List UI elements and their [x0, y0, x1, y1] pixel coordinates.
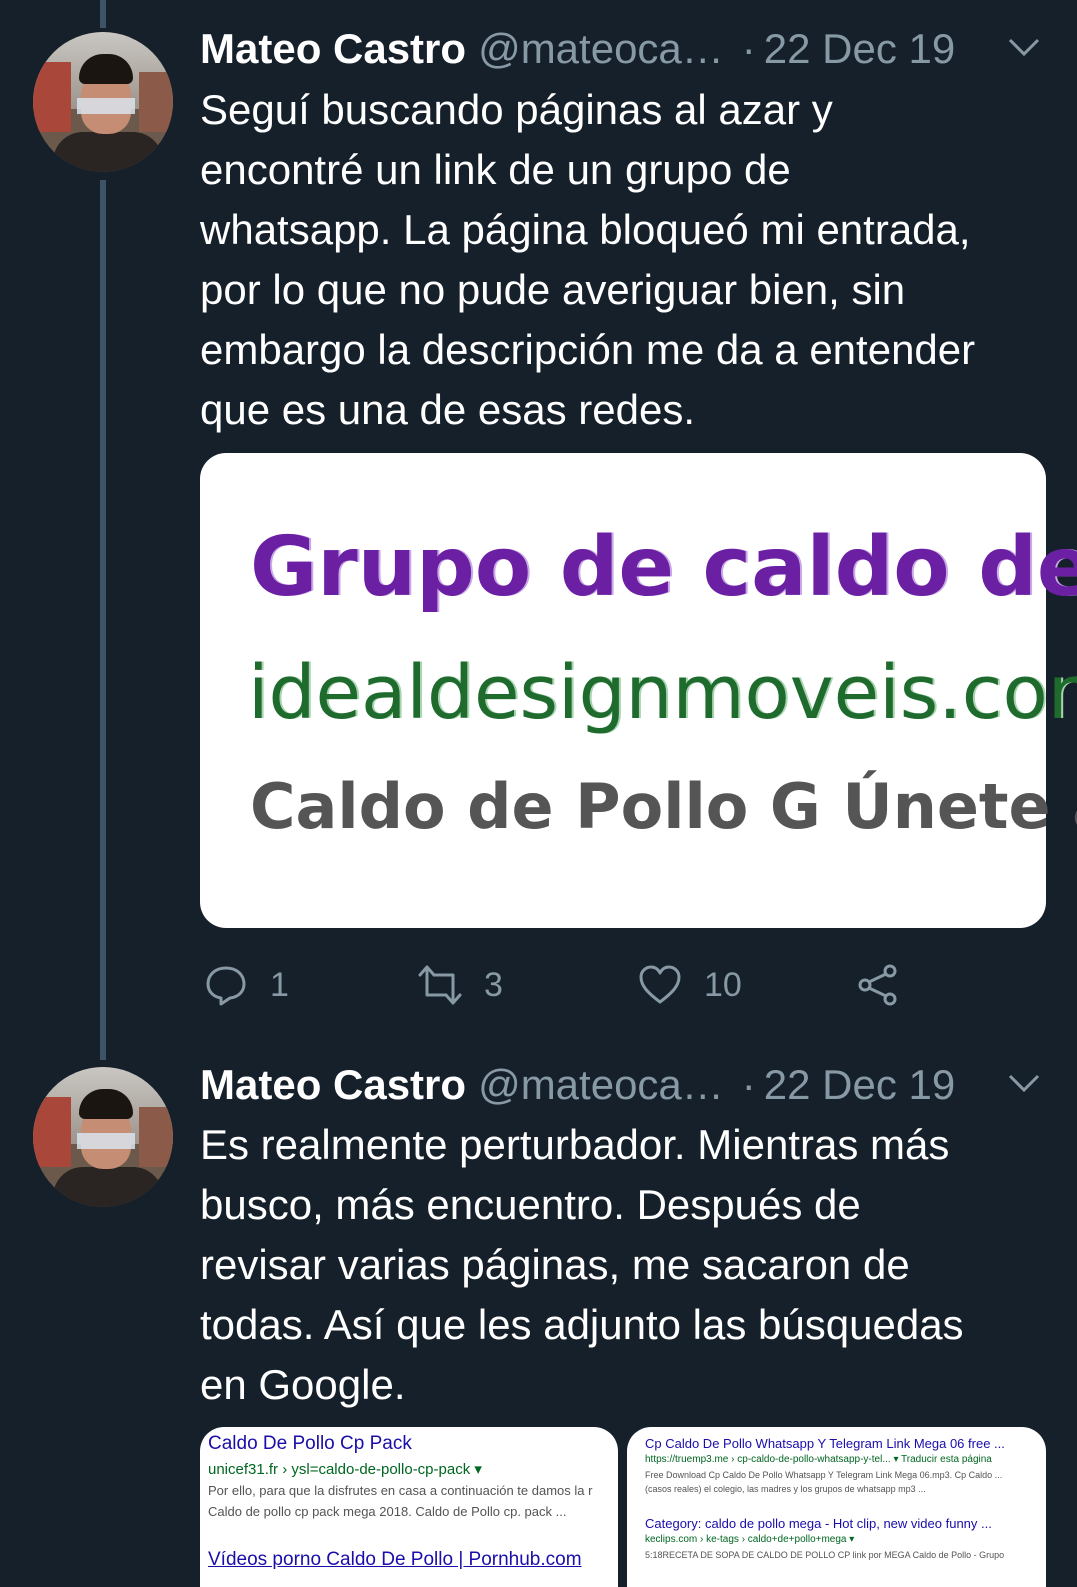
chevron-down-icon[interactable]	[1006, 32, 1042, 62]
author-name[interactable]: Mateo Castro	[200, 1061, 466, 1109]
search-result-snippet: Por ello, para que la disfrutes en casa …	[208, 1483, 593, 1498]
search-result-title: Vídeos porno Caldo De Pollo | Pornhub.co…	[208, 1549, 582, 1570]
search-result-title: Category: caldo de pollo mega - Hot clip…	[645, 1516, 992, 1531]
tweet[interactable]: Mateo Castro @mateoca… · 22 Dec 19 Seguí…	[0, 0, 1077, 1040]
search-result-snippet: Free Download Cp Caldo De Pollo Whatsapp…	[645, 1470, 1003, 1480]
search-result-snippet: 5:18RECETA DE SOPA DE CALDO DE POLLO CP …	[645, 1550, 1005, 1560]
tweet-date[interactable]: 22 Dec 19	[764, 25, 955, 73]
media-text-snippet: Caldo de Pollo G Únete a	[250, 770, 1077, 843]
share-button[interactable]	[856, 955, 900, 1015]
search-result-snippet: (casos reales) el colegio, las madres y …	[645, 1484, 926, 1494]
tweet-date[interactable]: 22 Dec 19	[764, 1061, 955, 1109]
retweet-count: 3	[484, 965, 503, 1004]
search-result-snippet: Caldo de pollo cp pack mega 2018. Caldo …	[208, 1504, 567, 1519]
chevron-down-icon[interactable]	[1006, 1068, 1042, 1098]
author-name[interactable]: Mateo Castro	[200, 25, 466, 73]
search-result-url: unicef31.fr › ysl=caldo-de-pollo-cp-pack…	[208, 1461, 482, 1478]
tweet-header: Mateo Castro @mateoca… · 22 Dec 19	[200, 22, 1060, 76]
author-handle[interactable]: @mateoca…	[478, 1061, 724, 1109]
media-thumbnail-left[interactable]: Caldo De Pollo Cp Pack unicef31.fr › ysl…	[200, 1427, 618, 1587]
tweet-text: Es realmente perturbador. Mientras más b…	[200, 1121, 964, 1408]
like-icon	[639, 965, 681, 1004]
reply-icon	[206, 966, 246, 1006]
like-count: 10	[704, 965, 742, 1004]
retweet-button[interactable]: 3	[418, 955, 503, 1015]
tweet-actions: 1 3 10	[200, 955, 1060, 1015]
search-result-title: Cp Caldo De Pollo Whatsapp Y Telegram Li…	[645, 1436, 1005, 1451]
media-thumbnail-right[interactable]: Cp Caldo De Pollo Whatsapp Y Telegram Li…	[627, 1427, 1046, 1587]
retweet-icon	[418, 965, 462, 1005]
avatar[interactable]	[33, 1067, 173, 1207]
author-handle[interactable]: @mateoca…	[478, 25, 724, 73]
reply-button[interactable]: 1	[204, 955, 289, 1015]
avatar[interactable]	[33, 32, 173, 172]
search-result-url: keclips.com › ke-tags › caldo+de+pollo+m…	[645, 1534, 855, 1545]
media-text-url: idealdesignmoveis.com	[248, 650, 1077, 736]
reply-count: 1	[270, 965, 289, 1004]
like-button[interactable]: 10	[638, 955, 742, 1015]
share-icon	[858, 964, 897, 1006]
separator: ·	[741, 25, 756, 72]
media-text-title: Grupo de caldo de	[250, 520, 1077, 615]
separator: ·	[741, 1061, 756, 1108]
tweet-text: Seguí buscando páginas al azar y encontr…	[200, 86, 976, 433]
tweet-header: Mateo Castro @mateoca… · 22 Dec 19	[200, 1058, 1060, 1112]
search-result-title: Caldo De Pollo Cp Pack	[208, 1433, 412, 1454]
search-result-url: https://truemp3.me › cp-caldo-de-pollo-w…	[645, 1454, 992, 1465]
